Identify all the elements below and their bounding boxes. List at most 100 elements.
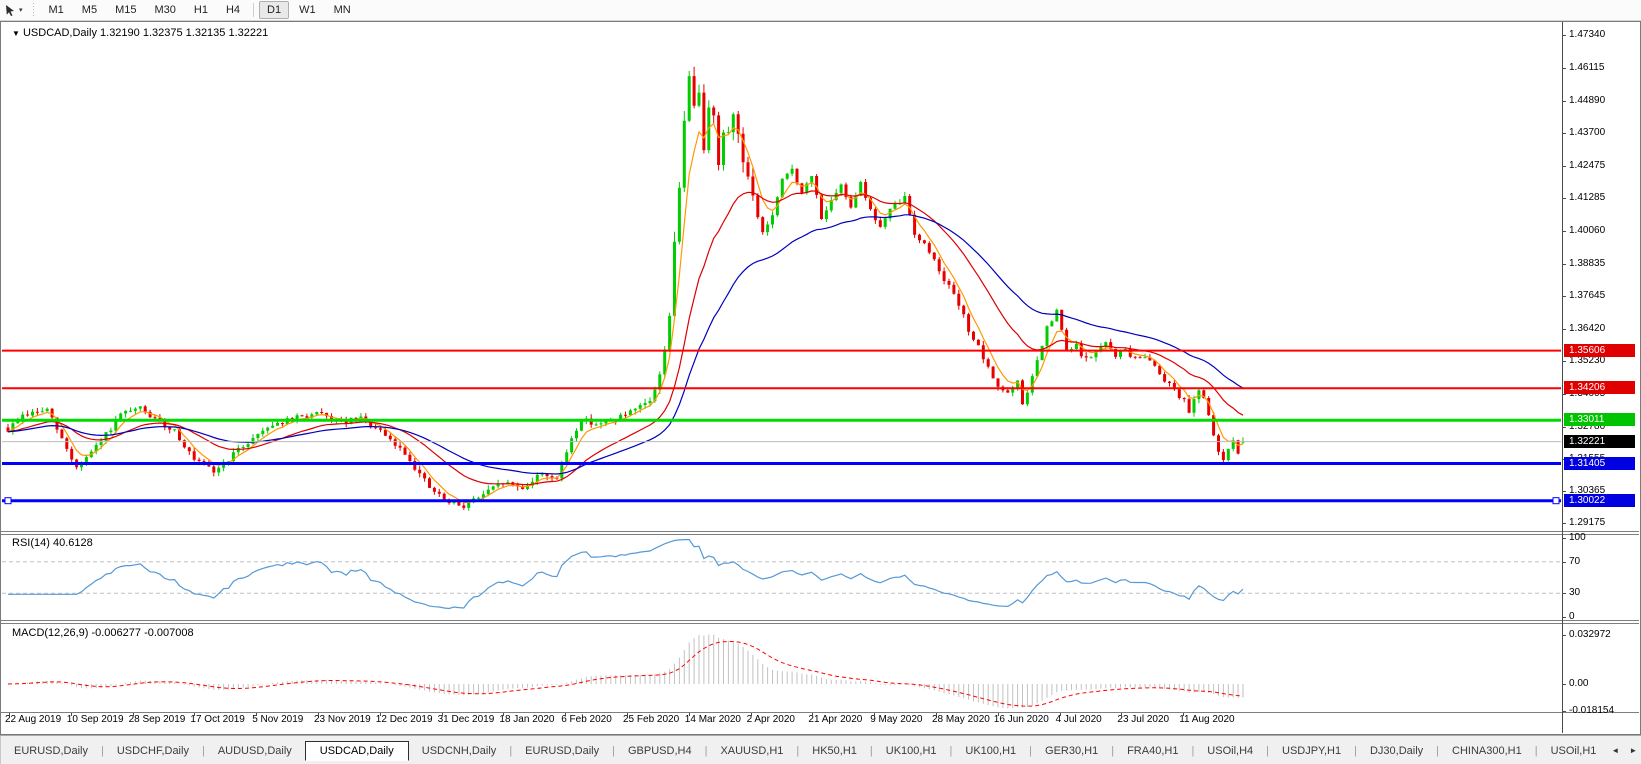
date-tick [379,713,381,716]
timeframe-button-h4[interactable]: H4 [218,1,248,19]
price-tick [1562,523,1566,524]
chart-tab-13[interactable]: USOil,H4 [1194,742,1266,760]
chart-tab-10[interactable]: UK100,H1 [952,742,1029,760]
current-price-badge: 1.32221 [1564,435,1635,448]
timeframe-button-m15[interactable]: M15 [107,1,144,19]
price-rsi-separator[interactable] [1,531,1639,532]
date-label: 18 Jan 2020 [499,714,555,725]
chart-tab-2[interactable]: AUDUSD,Daily [205,742,305,760]
chart-tab-1[interactable]: USDCHF,Daily [104,742,202,760]
timeframe-buttons: M1 M5 M15 M30 H1 H4 D1 W1 MN [40,1,360,19]
chart-tab-3[interactable]: USDCAD,Daily [304,740,409,761]
macd-tick-label: 0.00 [1569,678,1589,689]
chart-tab-12[interactable]: FRA40,H1 [1114,742,1191,760]
rsi-tick [1562,538,1566,539]
trading-terminal: ▾ M1 M5 M15 M30 H1 H4 D1 W1 MN ▼ USDCAD,Daily 1.… [0,0,1641,764]
date-label: 12 Dec 2019 [375,714,433,725]
price-tick [1562,198,1566,199]
date-label: 22 Aug 2019 [5,714,62,725]
price-badge-1.34206: 1.34206 [1564,381,1635,394]
date-tick [9,713,10,716]
price-rsi-separator-2 [1,534,1639,535]
timeframe-button-m1[interactable]: M1 [41,1,72,19]
macd-panel-plot [7,634,1244,709]
price-tick [1562,296,1566,297]
cursor-tool-button[interactable]: ▾ [0,4,27,17]
chart-tab-14[interactable]: USDJPY,H1 [1269,742,1354,760]
price-axis-line[interactable] [1562,22,1563,733]
date-tick [565,713,567,716]
hline-handle-left [4,497,12,505]
chart-tab-9[interactable]: UK100,H1 [873,742,950,760]
timeframe-button-m5[interactable]: M5 [74,1,105,19]
tab-scroll-right-icon[interactable]: ► [1627,744,1639,757]
rsi-line [8,538,1244,610]
macd-tick [1562,635,1566,636]
date-tick [688,713,690,716]
timeframe-toolbar: ▾ M1 M5 M15 M30 H1 H4 D1 W1 MN [0,0,1641,21]
price-tick-label: 1.42475 [1569,160,1606,171]
date-tick [1121,713,1123,716]
price-badge-1.31405: 1.31405 [1564,457,1635,470]
chart-tab-6[interactable]: GBPUSD,H4 [615,742,705,760]
price-tick-label: 1.40060 [1569,225,1606,236]
crosshair-cursor-icon [6,4,14,16]
price-tick-label: 1.29175 [1569,517,1606,528]
timeframe-button-mn[interactable]: MN [326,1,359,19]
timeframe-button-m30[interactable]: M30 [146,1,183,19]
date-tick [750,713,752,716]
macd-tick [1562,711,1566,712]
price-badge-1.33011: 1.33011 [1564,413,1635,426]
ma-medium-line [7,190,1244,486]
timeframe-button-w1[interactable]: W1 [291,1,324,19]
date-label: 16 Jun 2020 [993,714,1049,725]
date-tick [1059,713,1061,716]
date-tick [318,713,319,716]
price-tick [1562,427,1566,428]
chart-tabs: EURUSD,Daily | USDCHF,Daily | AUDUSD,Daily US… [1,740,1610,761]
candle-bodies-up [11,76,1245,508]
date-tick [441,713,443,716]
price-tick-label: 1.38835 [1569,258,1606,269]
rsi-tick [1562,617,1566,618]
chart-tab-17[interactable]: USOil,H1 [1538,742,1610,760]
timeframe-button-d1[interactable]: D1 [259,1,290,19]
chart-tab-5[interactable]: EURUSD,Daily [512,742,612,760]
date-label: 25 Feb 2020 [623,714,680,725]
ma-slow-line [7,214,1244,475]
price-tick-label: 1.46115 [1569,62,1605,73]
price-tick [1562,166,1566,167]
price-tick-label: 1.41285 [1569,192,1606,203]
candle-wicks-up [12,71,1244,511]
date-tick [997,713,999,716]
dropdown-caret-icon: ▾ [19,7,23,14]
macd-tick-label: -0.018154 [1569,705,1615,716]
rsi-macd-separator[interactable] [1,620,1639,621]
date-label: 23 Nov 2019 [314,714,371,725]
chart-tab-8[interactable]: HK50,H1 [799,742,870,760]
date-tick [132,713,134,716]
price-tick-label: 1.44890 [1569,95,1606,106]
collapse-caret-icon[interactable]: ▼ [12,29,20,38]
chart-tab-16[interactable]: CHINA300,H1 [1439,742,1535,760]
tab-scroll-left-icon[interactable]: ◄ [1609,744,1621,757]
chart-tab-11[interactable]: GER30,H1 [1032,742,1111,760]
rsi-macd-separator-2 [1,623,1639,624]
chart-tab-15[interactable]: DJ30,Daily [1357,742,1436,760]
chart-tab-0[interactable]: EURUSD,Daily [1,742,101,760]
price-tick [1562,361,1566,362]
date-tick [874,713,876,716]
price-tick [1562,264,1566,265]
macd-histogram [12,634,1244,709]
date-tick [256,713,258,716]
chart-tab-7[interactable]: XAUUSD,H1 [707,742,796,760]
date-label: 4 Jul 2020 [1055,714,1102,725]
chart-canvas[interactable] [0,21,1641,734]
timeframe-button-h1[interactable]: H1 [186,1,216,19]
rsi-tick-label: 70 [1569,556,1581,567]
toolbar-grip[interactable] [30,3,36,17]
chart-tab-4[interactable]: USDCNH,Daily [409,742,510,760]
date-label: 11 Aug 2020 [1179,714,1235,725]
price-tick-label: 1.37645 [1569,290,1606,301]
price-tick-label: 1.43700 [1569,127,1606,138]
